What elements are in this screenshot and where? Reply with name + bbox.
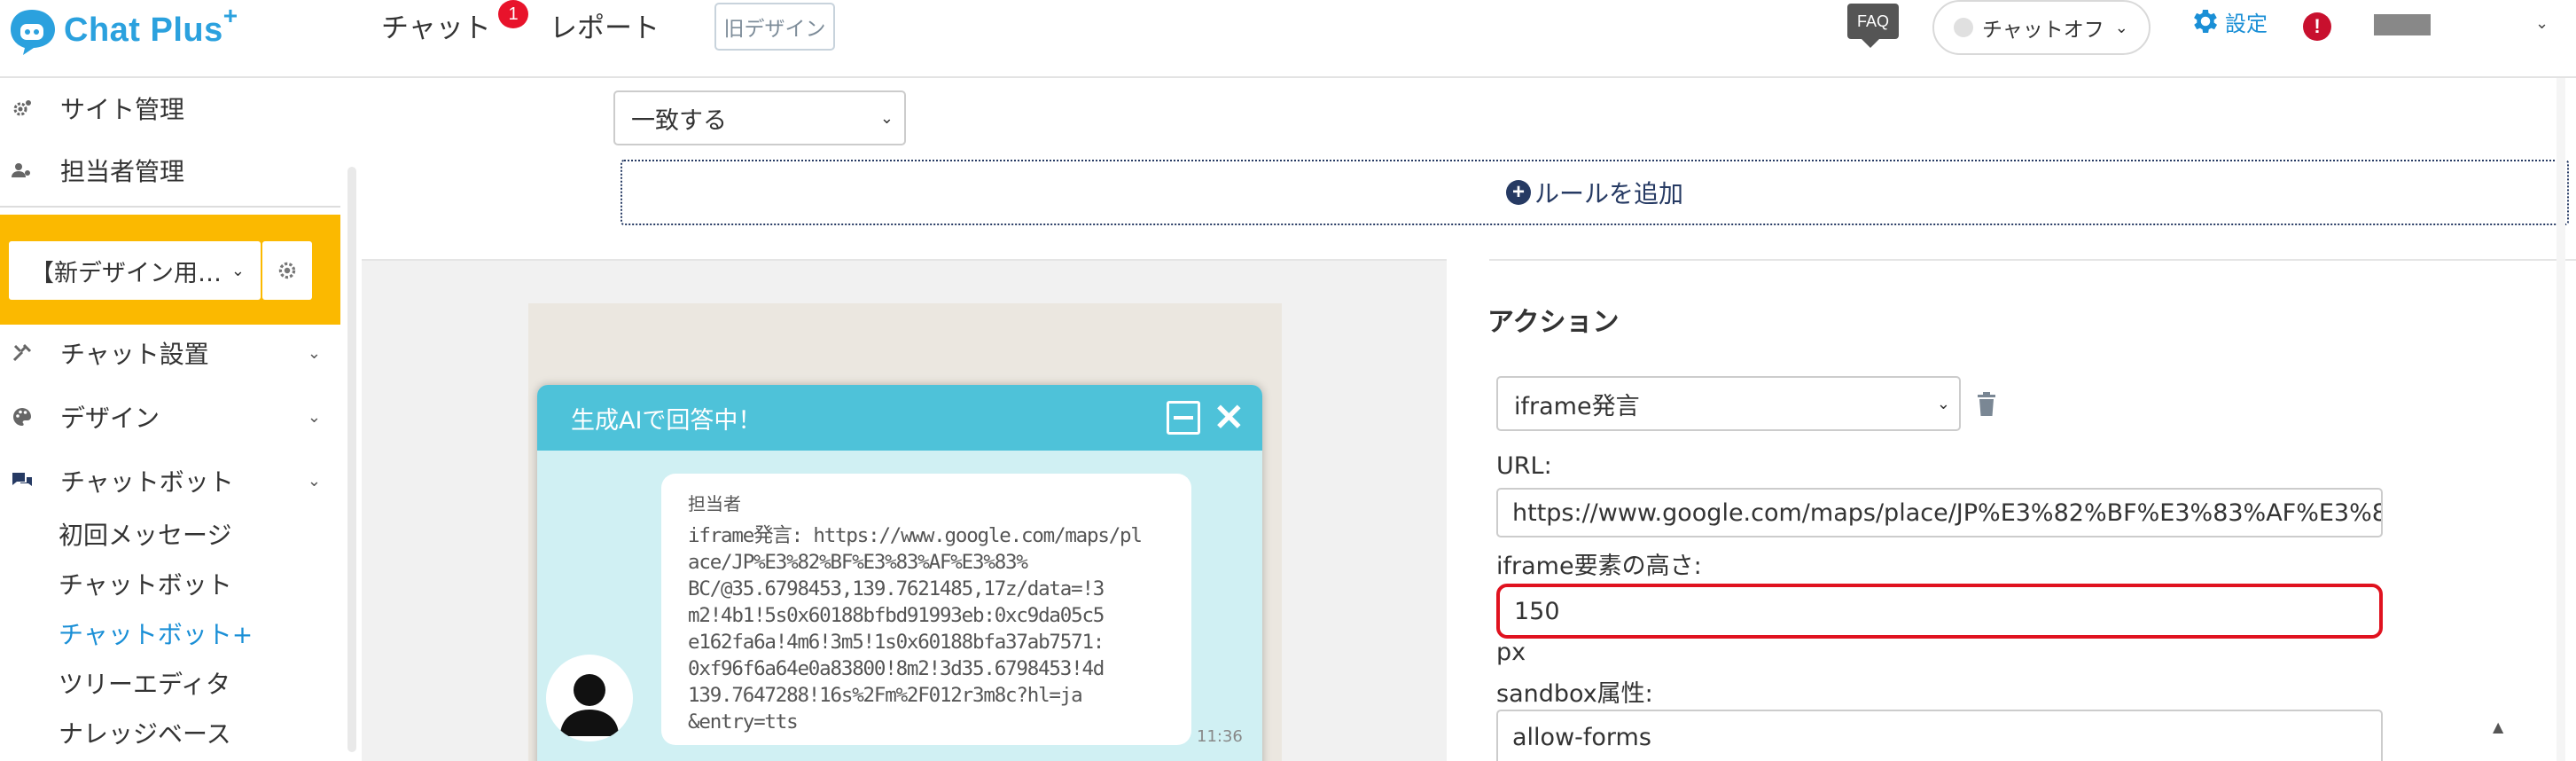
add-rule-button[interactable]: + ルールを追加 [621,160,2569,225]
main-scrollbar[interactable] [2556,78,2565,761]
iframe-height-unit: px [1496,639,1526,666]
sidebar-subitem-chatbot-plus[interactable]: チャットボット+ [59,616,253,651]
close-icon[interactable]: ✕ [1214,396,1245,439]
chevron-down-icon: ⌄ [230,261,245,280]
user-menu-chevron-icon[interactable]: ⌄ [2535,14,2549,33]
chat-bubbles-icon [9,470,35,491]
action-section-title: アクション [1487,307,1620,338]
chat-message-bubble: 担当者 iframe発言: https://www.google.com/map… [661,474,1191,745]
match-condition-value: 一致する [631,106,727,135]
sidebar-subitem-tree-editor[interactable]: ツリーエディタ [59,665,230,701]
chevron-down-icon: ⌄ [2114,18,2128,37]
nav-report[interactable]: レポート [550,5,660,45]
iframe-height-input[interactable]: 150 [1496,584,2383,639]
add-rule-label: ルールを追加 [1534,179,1683,208]
sidebar-item-site-manage[interactable]: サイト管理 [0,82,340,135]
sidebar-item-label: 担当者管理 [60,157,185,186]
logo-text: Chat Plus [64,11,223,49]
url-input[interactable]: https://www.google.com/maps/place/JP%E3%… [1496,488,2383,537]
site-selector-panel: 【新デザイン用… ⌄ [0,215,340,325]
user-avatar[interactable] [2374,14,2431,35]
message-sender: 担当者 [688,493,741,514]
chat-status-dropdown[interactable]: チャットオフ ⌄ [1932,0,2151,55]
sidebar-scrollbar[interactable] [347,167,356,752]
sidebar: サイト管理 担当者管理 【新デザイン用… ⌄ チャット設置 ⌄ デザイン ⌄ チ… [0,78,362,761]
top-bar: Chat Plus + チャット 1 レポート 旧デザイン FAQ チャットオフ… [0,0,2576,78]
nav-chat[interactable]: チャット [381,5,491,45]
sandbox-input[interactable]: allow-forms [1496,710,2383,761]
chevron-down-icon: ⌄ [879,108,894,128]
sidebar-item-label: チャット設置 [60,340,209,369]
sandbox-scroll-up-icon[interactable]: ▲ [2493,718,2503,735]
action-type-select[interactable]: iframe発言 ⌄ [1496,376,1961,431]
chevron-down-icon: ⌄ [307,343,321,363]
old-design-button[interactable]: 旧デザイン [714,3,835,51]
chevron-down-icon: ⌄ [307,471,321,490]
message-timestamp: 11:36 [1197,727,1243,746]
action-type-value: iframe発言 [1514,392,1640,420]
chat-preview-area: 生成AIで回答中！ ✕ 担当者 iframe発言: https://www.go… [362,259,1447,761]
match-condition-select[interactable]: 一致する ⌄ [613,90,906,145]
chat-status-label: チャットオフ [1982,19,2104,42]
chat-window-preview: 生成AIで回答中！ ✕ 担当者 iframe発言: https://www.go… [537,385,1262,761]
logo-icon [7,6,59,55]
action-divider [1489,259,2576,261]
sidebar-divider [0,206,340,208]
sandbox-label: sandbox属性: [1496,680,1653,708]
chevron-down-icon: ⌄ [307,407,321,427]
chat-window-title: 生成AIで回答中！ [571,406,762,435]
message-text: iframe発言: https://www.google.com/maps/pl… [688,524,1143,734]
users-icon [9,160,35,181]
palette-icon [9,406,35,428]
chat-window-header: 生成AIで回答中！ ✕ [537,385,1262,451]
logo[interactable]: Chat Plus + [7,2,238,57]
avatar [546,655,633,741]
sidebar-subitem-chatbot[interactable]: チャットボット [59,566,232,601]
sidebar-item-chat-install[interactable]: チャット設置 ⌄ [0,326,340,380]
logo-plus: + [222,2,238,29]
main-content: 一致する ⌄ + ルールを追加 生成AIで回答中！ ✕ 担当者 iframe発言… [362,78,2576,761]
trash-icon[interactable] [1977,392,1996,420]
sidebar-item-chatbot[interactable]: チャットボット ⌄ [0,454,340,507]
minimize-icon[interactable] [1167,401,1200,435]
site-settings-gear-icon[interactable] [262,241,312,300]
sidebar-item-design[interactable]: デザイン ⌄ [0,390,340,443]
status-dot-icon [1954,18,1973,37]
plus-circle-icon: + [1505,180,1531,205]
sidebar-item-agent-manage[interactable]: 担当者管理 [0,144,340,197]
sidebar-item-label: デザイン [60,404,160,433]
sidebar-subitem-knowledge-base[interactable]: ナレッジベース [59,715,231,750]
sidebar-subitem-first-message[interactable]: 初回メッセージ [59,516,231,552]
chat-notification-badge: 1 [498,0,528,28]
tools-icon [9,342,35,364]
sidebar-item-label: チャットボット [60,467,234,497]
site-select-value: 【新デザイン用… [30,259,222,287]
alert-icon[interactable]: ! [2303,12,2331,41]
sidebar-item-label: サイト管理 [60,95,185,124]
settings-label: 設定 [2225,11,2268,36]
site-gear-icon [9,98,35,119]
site-select-dropdown[interactable]: 【新デザイン用… ⌄ [9,241,261,300]
iframe-height-label: iframe要素の高さ: [1496,553,1702,580]
chevron-down-icon: ⌄ [1936,394,1950,413]
gear-icon [2194,9,2218,34]
faq-icon[interactable]: FAQ [1847,4,1899,48]
settings-link[interactable]: 設定 [2190,5,2268,37]
url-label: URL: [1496,452,1552,480]
